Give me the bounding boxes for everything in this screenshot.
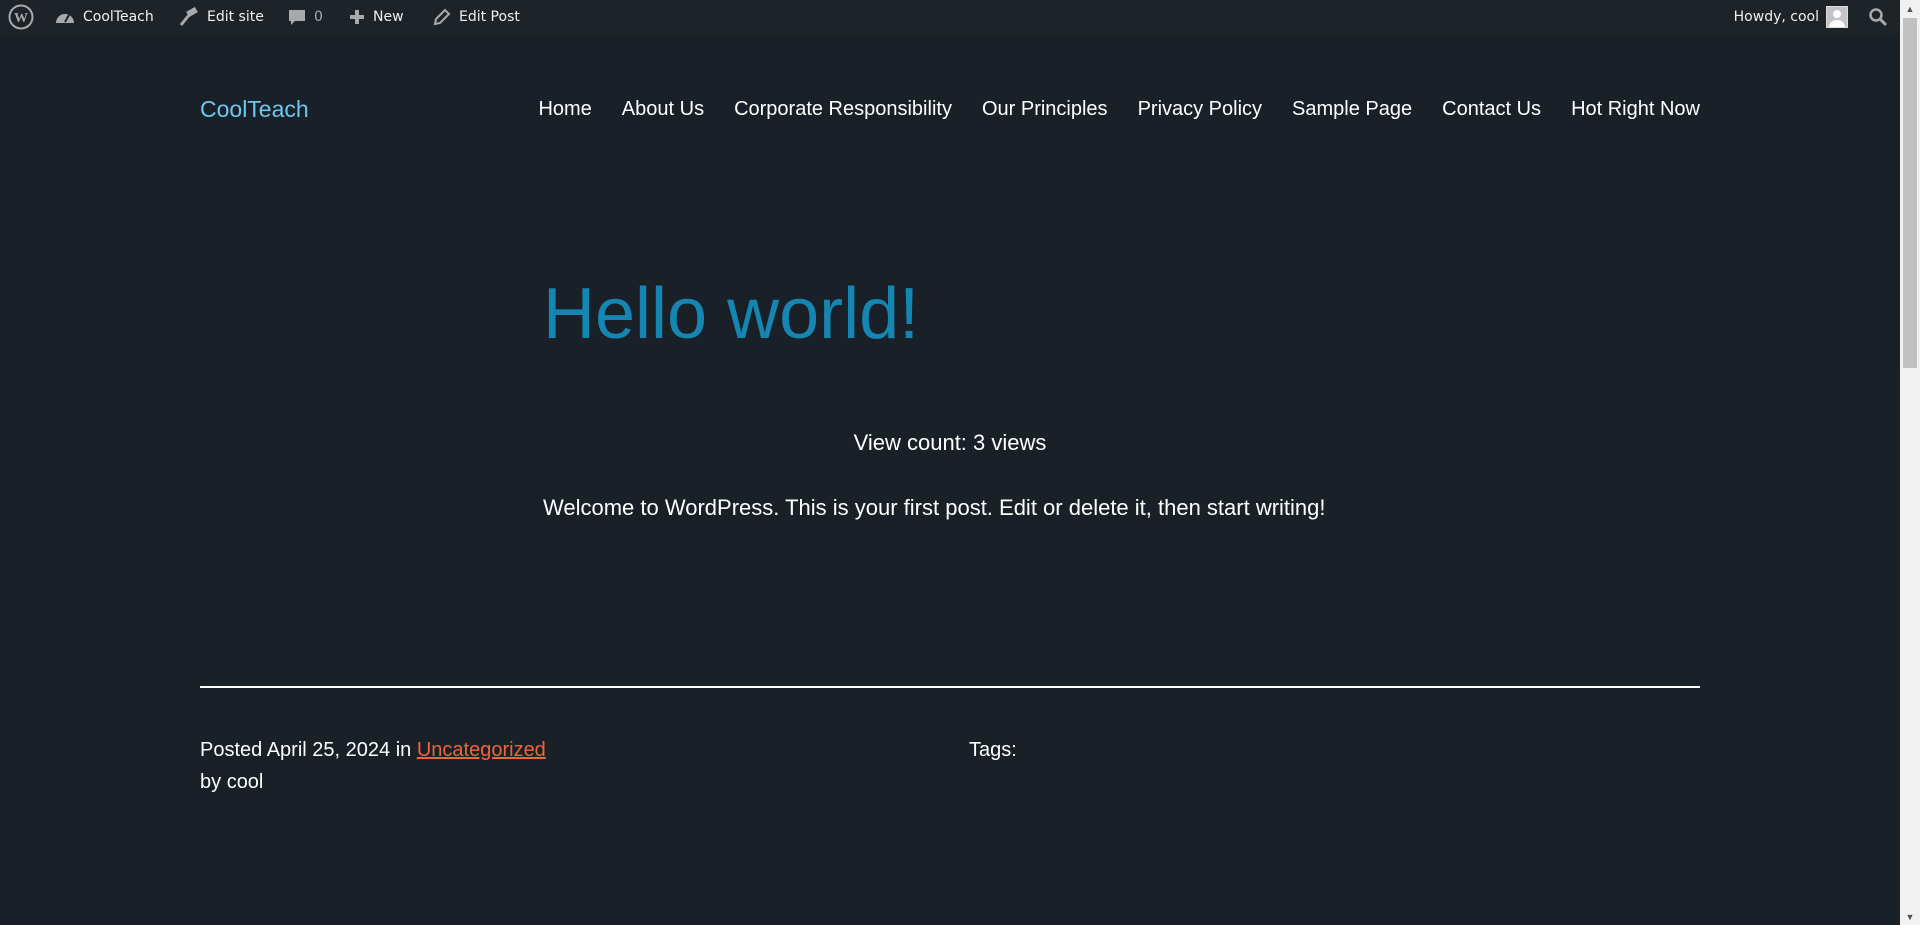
author-line: by cool (200, 766, 546, 798)
nav-item-home[interactable]: Home (538, 98, 591, 121)
nav-item-contact-us[interactable]: Contact Us (1442, 98, 1541, 121)
edit-site-label: Edit site (207, 9, 264, 25)
brush-icon (178, 7, 200, 27)
site-name-label: CoolTeach (83, 9, 154, 25)
pencil-icon (432, 7, 452, 27)
nav-item-corporate-responsibility[interactable]: Corporate Responsibility (734, 98, 952, 121)
in-label: in (395, 739, 412, 761)
divider (200, 686, 1700, 688)
post-date: April 25, 2024 (266, 739, 391, 761)
dashboard-icon (54, 7, 76, 27)
scrollbar[interactable]: ▲ ▼ (1900, 0, 1920, 925)
posted-line: Posted April 25, 2024 in Uncategorized (200, 734, 546, 766)
site-title[interactable]: CoolTeach (200, 96, 309, 123)
edit-post-button[interactable]: Edit Post (432, 0, 520, 34)
category-link[interactable]: Uncategorized (417, 739, 546, 761)
wordpress-logo-button[interactable]: W (8, 0, 34, 34)
admin-bar: W CoolTeach Edit site 0 New Edit Post Ho… (0, 0, 1900, 34)
post-body: Welcome to WordPress. This is your first… (543, 495, 1326, 520)
edit-site-button[interactable]: Edit site (178, 0, 264, 34)
howdy-label: Howdy, cool (1733, 9, 1819, 25)
nav-item-about-us[interactable]: About Us (622, 98, 704, 121)
nav-item-our-principles[interactable]: Our Principles (982, 98, 1108, 121)
primary-nav: Home About Us Corporate Responsibility O… (538, 98, 1700, 121)
scroll-down-arrow-icon[interactable]: ▼ (1900, 908, 1920, 925)
author-name: cool (226, 771, 264, 793)
by-label: by (200, 771, 222, 793)
nav-item-sample-page[interactable]: Sample Page (1292, 98, 1412, 121)
comment-icon (287, 7, 307, 27)
posted-label: Posted (200, 739, 263, 761)
avatar (1826, 6, 1848, 28)
new-content-button[interactable]: New (348, 0, 404, 34)
scroll-up-arrow-icon[interactable]: ▲ (1900, 0, 1920, 17)
nav-item-privacy-policy[interactable]: Privacy Policy (1138, 98, 1262, 121)
nav-item-hot-right-now[interactable]: Hot Right Now (1571, 98, 1700, 121)
edit-post-label: Edit Post (459, 9, 520, 25)
scrollbar-thumb[interactable] (1903, 18, 1917, 368)
new-label: New (373, 9, 404, 25)
comments-button[interactable]: 0 (287, 0, 323, 34)
comments-count: 0 (314, 9, 323, 25)
post-title: Hello world! (543, 274, 920, 354)
wordpress-icon: W (8, 4, 34, 30)
site-name-button[interactable]: CoolTeach (54, 0, 154, 34)
search-icon (1868, 7, 1888, 27)
post-meta: Posted April 25, 2024 in Uncategorized b… (200, 734, 546, 798)
tags-label: Tags: (969, 739, 1017, 761)
svg-text:W: W (14, 11, 28, 26)
search-button[interactable] (1868, 0, 1888, 34)
my-account-button[interactable]: Howdy, cool (1734, 0, 1848, 34)
view-count: View count: 3 views (853, 430, 1047, 455)
plus-icon (348, 8, 366, 26)
